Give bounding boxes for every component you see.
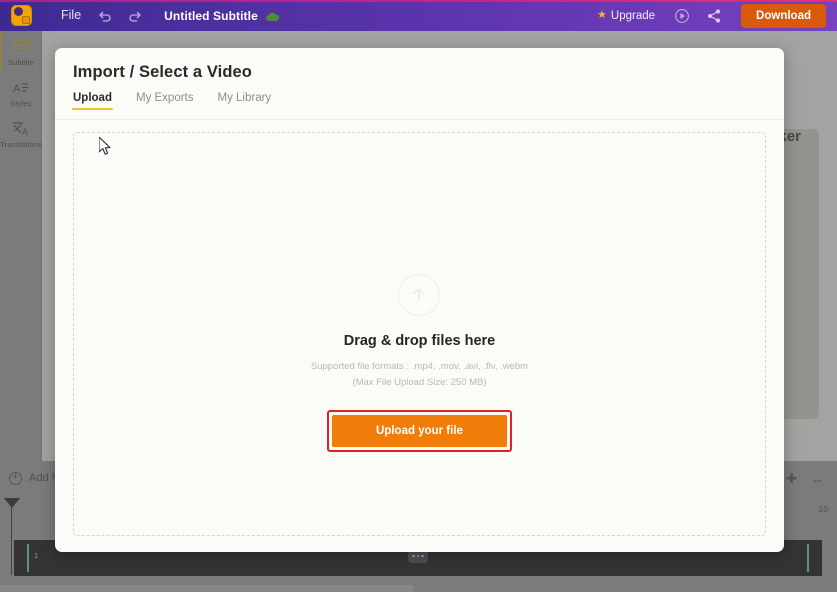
app-logo-icon[interactable] bbox=[11, 5, 32, 26]
star-icon: ★ bbox=[597, 9, 607, 21]
app-header: File Untitled Subtitle ★ Upgrade Downloa… bbox=[0, 0, 837, 31]
import-video-modal: Import / Select a Video Upload My Export… bbox=[55, 48, 784, 552]
upgrade-button[interactable]: ★ Upgrade bbox=[587, 10, 665, 22]
download-button[interactable]: Download bbox=[741, 3, 826, 28]
upload-arrow-icon bbox=[398, 274, 441, 316]
redo-icon[interactable] bbox=[120, 0, 150, 31]
dropzone-content: Drag & drop files here Supported file fo… bbox=[311, 274, 528, 452]
dropzone-formats: Supported file formats : .mp4, .mov, .av… bbox=[310, 361, 529, 372]
upload-your-file-button[interactable]: Upload your file bbox=[331, 414, 508, 448]
share-icon[interactable] bbox=[699, 0, 729, 31]
upgrade-label: Upgrade bbox=[610, 9, 656, 22]
upload-arrow-icon-svg bbox=[413, 287, 426, 301]
modal-tabs: Upload My Exports My Library bbox=[72, 92, 272, 110]
cloud-saved-icon bbox=[265, 10, 280, 21]
divider bbox=[55, 119, 784, 120]
document-title-group[interactable]: Untitled Subtitle bbox=[164, 9, 280, 23]
play-preview-icon[interactable] bbox=[667, 0, 697, 31]
accent-strip bbox=[0, 0, 837, 2]
tab-upload[interactable]: Upload bbox=[72, 92, 113, 110]
upload-button-highlight: Upload your file bbox=[327, 410, 512, 452]
app-root: ker CC Subtitle A Styles bbox=[0, 0, 837, 592]
dropzone-title: Drag & drop files here bbox=[343, 333, 496, 349]
header-actions: ★ Upgrade Download bbox=[587, 0, 837, 31]
file-dropzone[interactable]: Drag & drop files here Supported file fo… bbox=[73, 132, 766, 536]
document-title: Untitled Subtitle bbox=[164, 8, 258, 23]
share-icon-svg bbox=[708, 9, 721, 22]
page-title: Import / Select a Video bbox=[73, 63, 252, 81]
cloud-saved-icon-svg bbox=[265, 12, 280, 21]
file-menu[interactable]: File bbox=[52, 0, 90, 31]
tab-my-exports[interactable]: My Exports bbox=[136, 92, 194, 110]
undo-icon[interactable] bbox=[90, 0, 120, 31]
undo-icon-svg bbox=[99, 11, 111, 22]
play-preview-icon-svg bbox=[675, 8, 689, 23]
redo-icon-svg bbox=[129, 11, 142, 22]
dropzone-max-size: (Max File Upload Size: 250 MB) bbox=[352, 377, 487, 388]
tab-my-library[interactable]: My Library bbox=[218, 92, 272, 110]
